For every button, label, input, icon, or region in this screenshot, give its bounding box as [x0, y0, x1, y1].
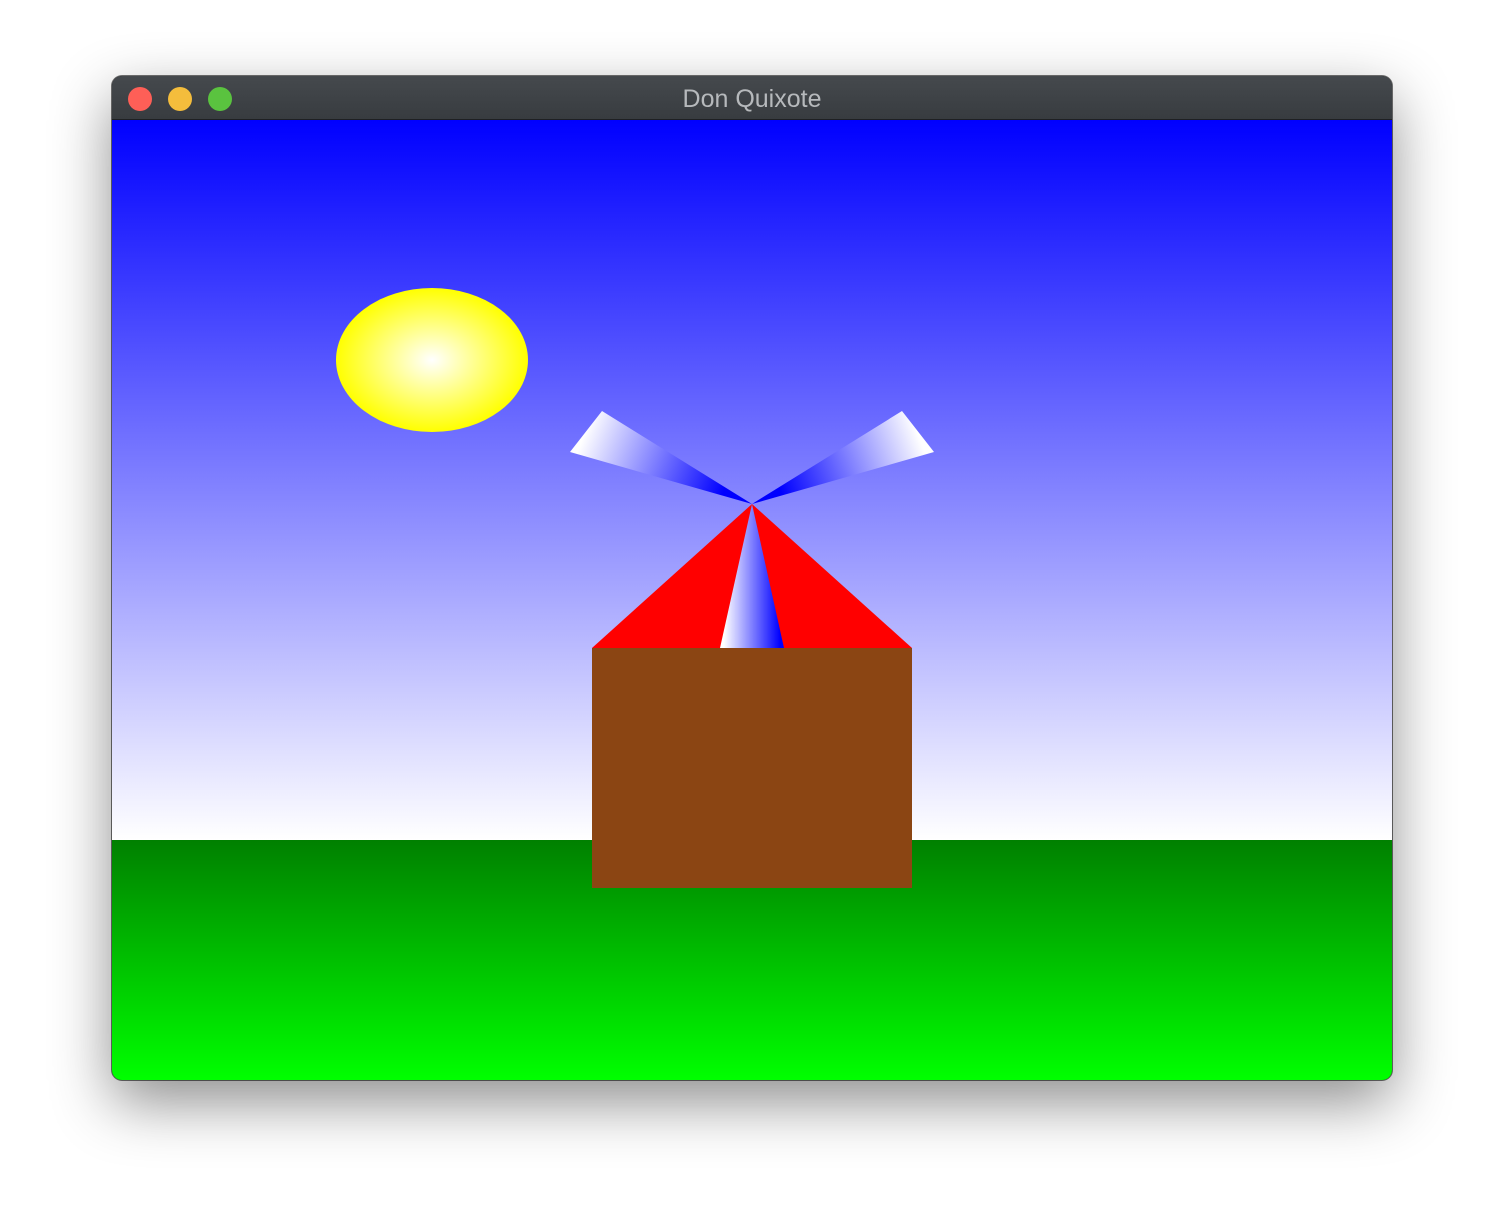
windmill-house	[592, 648, 912, 888]
app-window: Don Quixote	[112, 76, 1392, 1080]
window-title: Don Quixote	[682, 85, 822, 113]
title-bar[interactable]: Don Quixote	[112, 76, 1392, 120]
sun	[336, 288, 528, 432]
drawing-canvas	[112, 120, 1392, 1080]
